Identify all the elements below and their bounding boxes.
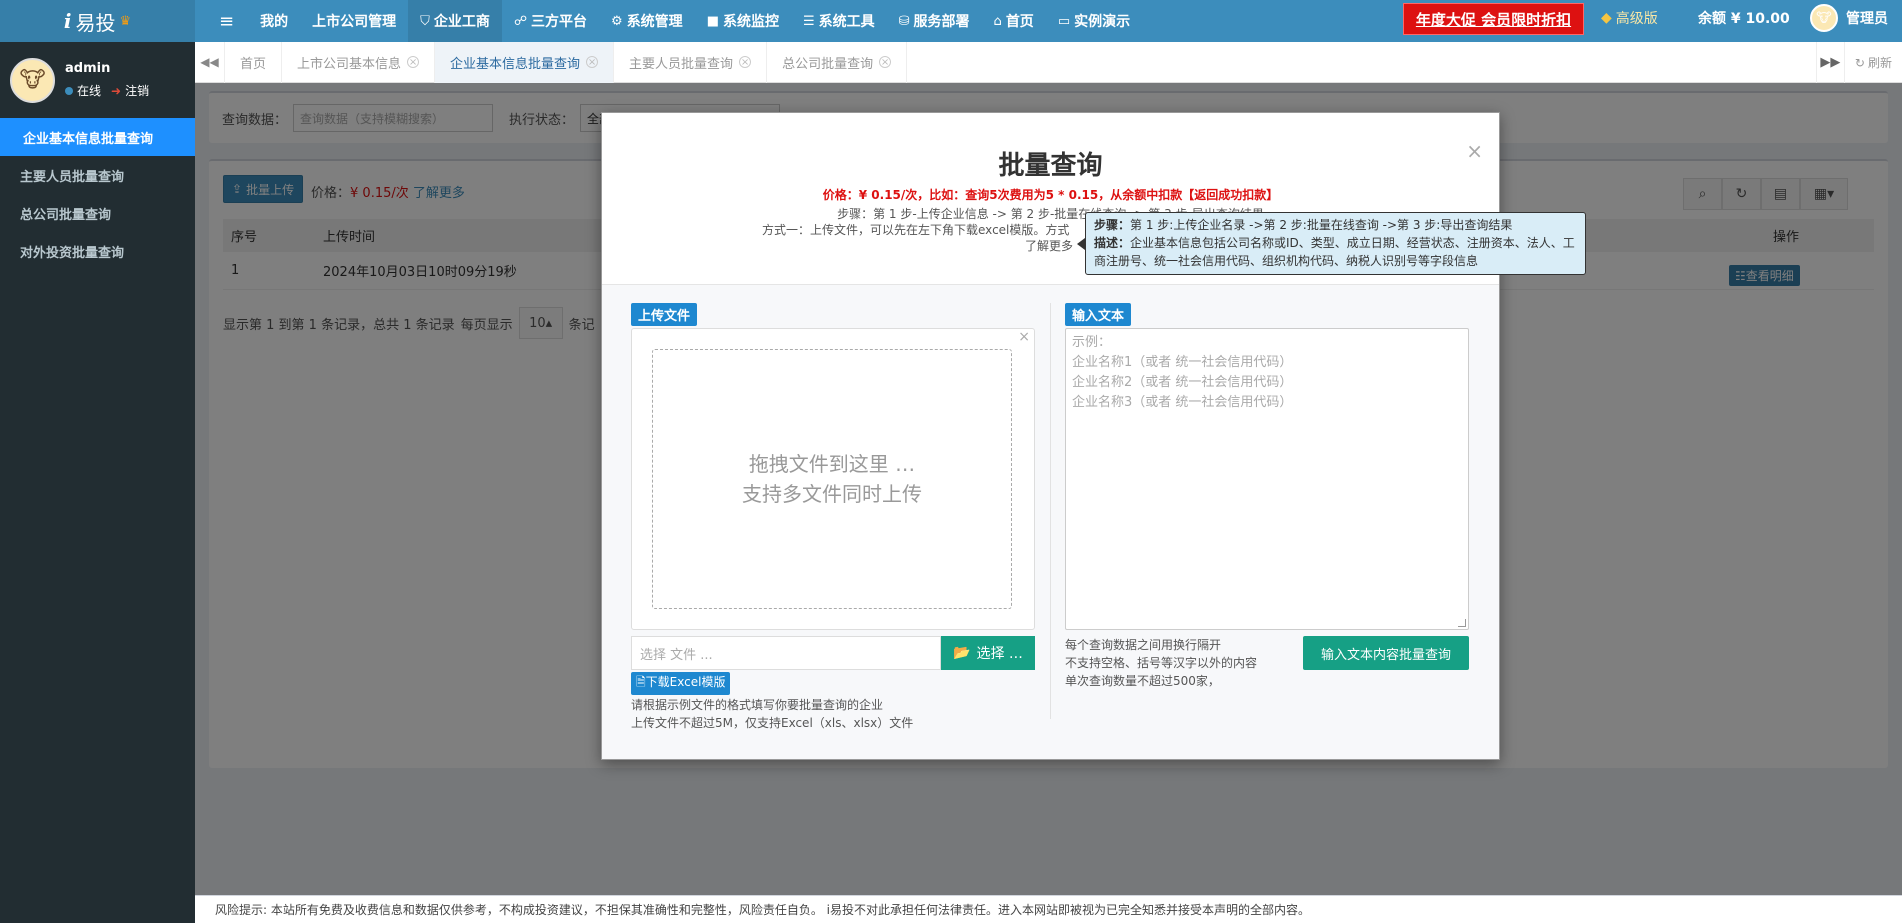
tab-listed-info[interactable]: 上市公司基本信息 × <box>282 41 436 83</box>
crown-icon: ♛ <box>119 13 132 29</box>
close-icon[interactable]: × <box>1018 329 1030 345</box>
version-badge[interactable]: ◆ 高级版 <box>1601 0 1658 36</box>
nav-item-mine[interactable]: 我的 <box>248 0 300 42</box>
modal-learn-more[interactable]: 了解更多 <box>1025 237 1073 254</box>
drop-hint-2: 支持多文件同时上传 <box>742 482 922 506</box>
username: admin <box>65 61 111 76</box>
balance: 余额 ¥ 10.00 <box>1698 11 1790 27</box>
promo-link[interactable]: 年度大促 会员限时折扣 <box>1403 3 1584 35</box>
close-icon[interactable]: × <box>1466 139 1483 163</box>
tabs-forward-button[interactable]: ▶▶ <box>1815 42 1844 83</box>
nav-item-home[interactable]: ⌂ 首页 <box>982 0 1046 42</box>
text-notes: 每个查询数据之间用换行隔开 不支持空格、括号等汉字以外的内容 单次查询数量不超过… <box>1065 638 1258 688</box>
sidebar-toggle-button[interactable]: ≡ <box>205 0 248 42</box>
nav-item-demo[interactable]: ▭ 实例演示 <box>1046 0 1142 42</box>
tabs-back-button[interactable]: ◀◀ <box>195 41 225 83</box>
close-icon[interactable]: × <box>586 56 599 68</box>
tab-people-batch[interactable]: 主要人员批量查询 × <box>614 41 768 83</box>
file-name-input[interactable]: 选择 文件 ... <box>631 636 941 670</box>
modal-title: 批量查询 <box>998 151 1103 181</box>
drop-hint-1: 拖拽文件到这里 … <box>748 452 916 476</box>
user-avatar: 🐮 <box>1810 4 1838 32</box>
logout-link[interactable]: ➜ 注销 <box>111 82 149 99</box>
user-panel: 🐮 admin 在线 ➜ 注销 <box>0 42 195 118</box>
hamburger-icon: ≡ <box>219 10 235 32</box>
refresh-icon: ↻ <box>1854 55 1865 70</box>
upload-notes: 请根据示例文件的格式填写你要批量查询的企业 上传文件不超过5M，仅支持Excel… <box>631 698 914 730</box>
logo-text: 易投 <box>75 10 116 35</box>
tab-company-batch[interactable]: 企业基本信息批量查询 × <box>435 41 615 83</box>
text-input-section: 输入文本 示例： 企业名称1（或者 统一社会信用代码） 企业名称2（或者 统一社… <box>1065 303 1469 690</box>
online-dot-icon <box>65 87 73 95</box>
sidebar-item-head-office[interactable]: 总公司批量查询 <box>0 194 195 232</box>
top-navbar: i 易投 ♛ ≡ 我的 上市公司管理 ⛉ 企业工商 ☍ 三方平台 ⚙ 系统管理 ■ 系统… <box>0 0 1902 42</box>
file-dropzone[interactable]: × 拖拽文件到这里 … 支持多文件同时上传 <box>631 328 1035 630</box>
home-icon: ⌂ <box>993 13 1002 29</box>
avatar: 🐮 <box>10 57 55 103</box>
app-logo[interactable]: i 易投 ♛ <box>0 0 195 42</box>
close-icon[interactable]: × <box>739 56 752 68</box>
folder-open-icon: 📂 <box>953 645 971 661</box>
file-icon: 🗎 <box>636 675 646 689</box>
sidebar-menu: 企业基本信息批量查询 主要人员批量查询 总公司批量查询 对外投资批量查询 <box>0 118 195 270</box>
nav-item-system-monitor[interactable]: ■ 系统监控 <box>695 0 791 42</box>
file-picker: 选择 文件 ... 📂 选择 … <box>631 636 1035 670</box>
double-left-icon: ◀◀ <box>200 55 219 69</box>
nav-item-deploy[interactable]: ⛁ 服务部署 <box>887 0 982 42</box>
batch-query-modal: × 批量查询 价格：¥ 0.15/次，比如：查询5次费用为5 * 0.15，从余… <box>601 112 1500 760</box>
close-icon[interactable]: × <box>407 56 420 68</box>
tab-head-office-batch[interactable]: 总公司批量查询 × <box>767 41 908 83</box>
online-status: 在线 <box>65 82 101 99</box>
tab-home[interactable]: 首页 <box>225 41 283 83</box>
video-icon: ■ <box>706 13 719 29</box>
nav-item-system-tools[interactable]: ☰ 系统工具 <box>791 0 887 42</box>
upload-title: 上传文件 <box>631 303 698 326</box>
column-divider <box>1050 303 1051 719</box>
close-icon[interactable]: × <box>879 56 892 68</box>
tooltip-arrow <box>1077 238 1085 250</box>
resize-handle-icon[interactable] <box>1458 619 1466 627</box>
logo-prefix: i <box>63 9 72 33</box>
text-title: 输入文本 <box>1065 303 1132 326</box>
choose-file-button[interactable]: 📂 选择 … <box>941 636 1035 670</box>
database-icon: ⛁ <box>898 13 910 29</box>
risk-footer: 风险提示: 本站所有免费及收费信息和数据仅供参考，不构成投资建议，不担保其准确性… <box>195 895 1902 923</box>
nav-item-system-manage[interactable]: ⚙ 系统管理 <box>599 0 695 42</box>
modal-price-line: 价格：¥ 0.15/次，比如：查询5次费用为5 * 0.15，从余额中扣款【返回… <box>822 188 1279 202</box>
user-menu[interactable]: 🐮 管理员 <box>1810 0 1888 36</box>
sidebar-item-company-basic[interactable]: 企业基本信息批量查询 <box>0 118 195 156</box>
sidebar-item-investment[interactable]: 对外投资批量查询 <box>0 232 195 270</box>
page-tabs: ◀◀ 首页 上市公司基本信息 × 企业基本信息批量查询 × 主要人员批量查询 × 总公… <box>195 41 1902 83</box>
diamond-icon: ◆ <box>1601 10 1612 26</box>
nav-item-third-party[interactable]: ☍ 三方平台 <box>502 0 599 42</box>
company-list-textarea[interactable]: 示例： 企业名称1（或者 统一社会信用代码） 企业名称2（或者 统一社会信用代码… <box>1065 328 1469 630</box>
nav-item-listed-company[interactable]: 上市公司管理 <box>300 0 408 42</box>
refresh-button[interactable]: ↻ 刷新 <box>1843 42 1902 83</box>
drop-area[interactable]: 拖拽文件到这里 … 支持多文件同时上传 <box>652 349 1012 609</box>
download-template-button[interactable]: 🗎下载Excel模版 <box>631 672 731 695</box>
logout-icon: ➜ <box>111 84 122 98</box>
sidebar-item-key-people[interactable]: 主要人员批量查询 <box>0 156 195 194</box>
text-batch-query-button[interactable]: 输入文本内容批量查询 <box>1303 636 1469 670</box>
monitor-icon: ▭ <box>1057 13 1071 29</box>
shield-icon: ⛉ <box>420 13 430 29</box>
double-right-icon: ▶▶ <box>1820 55 1841 70</box>
nav-item-enterprise[interactable]: ⛉ 企业工商 <box>408 0 502 42</box>
upload-section: 上传文件 × 拖拽文件到这里 … 支持多文件同时上传 选择 文件 ... 📂 选择… <box>631 303 1035 732</box>
gear-icon: ⚙ <box>611 13 623 29</box>
top-nav-menu: ≡ 我的 上市公司管理 ⛉ 企业工商 ☍ 三方平台 ⚙ 系统管理 ■ 系统监控 ☰ 系统工… <box>205 0 1142 42</box>
bars-icon: ☰ <box>802 13 815 29</box>
sidebar: 🐮 admin 在线 ➜ 注销 企业基本信息批量查询 主要人员批量查询 总公司批量… <box>0 42 195 923</box>
cubes-icon: ☍ <box>513 13 528 29</box>
learn-more-tooltip: 步骤：第 1 步:上传企业名录 ->第 2 步:批量在线查询 ->第 3 步:导… <box>1085 212 1586 275</box>
